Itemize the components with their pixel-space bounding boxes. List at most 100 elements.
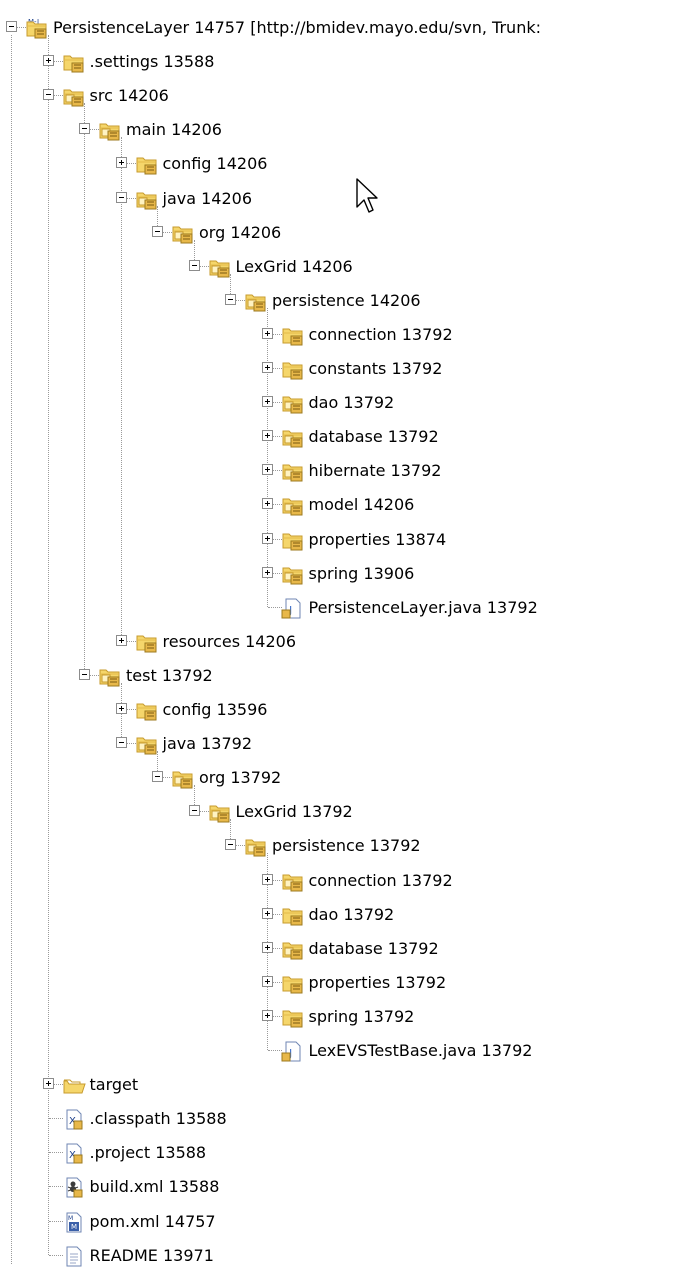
tree-node-label: LexGrid 14206 <box>235 256 353 276</box>
project-explorer-tree: M-JPersistenceLayer 14757 [http://bmidev… <box>0 0 681 1267</box>
tree-node-classpath[interactable]: X .classpath 13588 <box>0 1102 681 1136</box>
tree-node-label: main 14206 <box>126 120 222 140</box>
tree-node-test-org[interactable]: org 13792 <box>0 761 681 795</box>
tree-node-src[interactable]: src 14206 <box>0 79 681 113</box>
tree-node-label: persistence 14206 <box>272 290 421 310</box>
collapse-toggle-icon[interactable] <box>42 89 54 101</box>
collapse-toggle-icon[interactable] <box>225 293 236 305</box>
expand-toggle-icon[interactable] <box>261 1009 273 1021</box>
collapse-toggle-icon[interactable] <box>152 771 163 783</box>
tree-node-build-xml[interactable]: build.xml 13588 <box>0 1170 681 1204</box>
tree-connector-line <box>48 1152 63 1154</box>
expand-toggle-icon[interactable] <box>261 464 273 476</box>
source-folder-icon <box>62 85 86 107</box>
tree-node-test-dao[interactable]: dao 13792 <box>0 898 681 932</box>
source-folder-icon <box>135 733 159 755</box>
expand-toggle-icon[interactable] <box>261 362 273 373</box>
tree-node-test-spring[interactable]: spring 13792 <box>0 1000 681 1034</box>
tree-node-main-java[interactable]: java 14206 <box>0 182 681 216</box>
source-folder-icon <box>171 767 195 789</box>
source-folder-icon <box>244 290 268 312</box>
tree-node-test[interactable]: test 13792 <box>0 659 681 693</box>
tree-node-main[interactable]: main 14206 <box>0 113 681 147</box>
expand-toggle-icon[interactable] <box>115 157 127 169</box>
tree-node-label: README 13971 <box>89 1245 214 1265</box>
tree-node-main-lexgrid[interactable]: LexGrid 14206 <box>0 250 681 284</box>
expand-toggle-icon[interactable] <box>261 566 273 578</box>
tree-node-test-config[interactable]: config 13596 <box>0 693 681 727</box>
collapse-toggle-icon[interactable] <box>115 737 127 749</box>
tree-node-resources[interactable]: resources 14206 <box>0 625 681 659</box>
tree-node-main-model[interactable]: model 14206 <box>0 488 681 522</box>
tree-node-test-lexgrid[interactable]: LexGrid 13792 <box>0 795 681 829</box>
tree-node-pom-xml[interactable]: M Mpom.xml 14757 <box>0 1205 681 1239</box>
tree-node-readme[interactable]: README 13971 <box>0 1239 681 1273</box>
source-folder-icon <box>281 392 305 414</box>
tree-node-test-connection[interactable]: connection 13792 <box>0 864 681 898</box>
expand-toggle-icon[interactable] <box>42 55 54 67</box>
tree-node-settings[interactable]: .settings 13588 <box>0 45 681 79</box>
expand-toggle-icon[interactable] <box>42 1078 54 1090</box>
tree-node-test-java[interactable]: java 13792 <box>0 727 681 761</box>
tree-node-test-persistence[interactable]: persistence 13792 <box>0 829 681 863</box>
tree-node-main-config[interactable]: config 14206 <box>0 147 681 181</box>
tree-node-label: test 13792 <box>126 665 213 685</box>
tree-node-target[interactable]: target <box>0 1068 681 1102</box>
tree-node-main-spring[interactable]: spring 13906 <box>0 557 681 591</box>
tree-node-label: hibernate 13792 <box>308 461 442 481</box>
tree-node-label: dao 13792 <box>308 393 395 413</box>
folder-icon <box>281 529 305 551</box>
expand-toggle-icon[interactable] <box>261 396 273 408</box>
tree-node-main-database[interactable]: database 13792 <box>0 420 681 454</box>
expand-toggle-icon[interactable] <box>261 907 273 919</box>
tree-node-label: config 14206 <box>162 154 268 174</box>
java-file-icon: J <box>281 1040 305 1062</box>
collapse-toggle-icon[interactable] <box>115 191 127 203</box>
tree-node-main-connection[interactable]: connection 13792 <box>0 318 681 352</box>
tree-node-main-org[interactable]: org 14206 <box>0 216 681 250</box>
source-folder-icon <box>281 938 305 960</box>
expand-toggle-icon[interactable] <box>261 873 273 885</box>
tree-node-label: PersistenceLayer 14757 [http://bmidev.ma… <box>53 18 541 37</box>
collapse-toggle-icon[interactable] <box>152 225 163 237</box>
collapse-toggle-icon[interactable] <box>225 839 236 851</box>
expand-toggle-icon[interactable] <box>115 703 127 714</box>
tree-node-label: connection 13792 <box>308 870 453 890</box>
tree-node-main-dao[interactable]: dao 13792 <box>0 386 681 420</box>
collapse-toggle-icon[interactable] <box>79 123 90 135</box>
tree-connector-line <box>48 1118 63 1120</box>
expand-toggle-icon[interactable] <box>261 327 273 339</box>
tree-node-persistencelayer-java[interactable]: J PersistenceLayer.java 13792 <box>0 591 681 625</box>
collapse-toggle-icon[interactable] <box>188 805 200 817</box>
expand-toggle-icon[interactable] <box>261 941 273 953</box>
tree-node-label: src 14206 <box>89 86 169 106</box>
tree-node-main-persistence[interactable]: persistence 14206 <box>0 284 681 318</box>
tree-node-label: org 13792 <box>199 768 282 788</box>
source-folder-icon <box>98 119 122 141</box>
tree-node-test-properties[interactable]: properties 13792 <box>0 966 681 1000</box>
source-folder-icon <box>281 494 305 516</box>
tree-node-test-database[interactable]: database 13792 <box>0 932 681 966</box>
tree-node-main-properties[interactable]: properties 13874 <box>0 523 681 557</box>
tree-node-persistencelayer-project[interactable]: M-JPersistenceLayer 14757 [http://bmidev… <box>0 11 681 45</box>
collapse-toggle-icon[interactable] <box>79 668 90 680</box>
tree-node-project[interactable]: X .project 13588 <box>0 1136 681 1170</box>
expand-toggle-icon[interactable] <box>261 532 273 544</box>
collapse-toggle-icon[interactable] <box>6 21 17 32</box>
tree-connector-line <box>267 1050 282 1051</box>
tree-node-label: connection 13792 <box>308 324 453 344</box>
collapse-toggle-icon[interactable] <box>188 259 200 271</box>
folder-icon <box>62 51 86 73</box>
expand-toggle-icon[interactable] <box>261 975 273 987</box>
tree-node-main-hibernate[interactable]: hibernate 13792 <box>0 454 681 488</box>
maven-pom-icon: MM <box>62 1211 86 1233</box>
expand-toggle-icon[interactable] <box>261 430 273 442</box>
tree-node-lexevstestbase-java[interactable]: J LexEVSTestBase.java 13792 <box>0 1034 681 1068</box>
expand-toggle-icon[interactable] <box>261 498 273 510</box>
tree-node-main-constants[interactable]: constants 13792 <box>0 352 681 386</box>
tree-node-label: config 13596 <box>162 700 268 719</box>
svg-text:M: M <box>71 1223 77 1231</box>
expand-toggle-icon[interactable] <box>115 634 127 646</box>
tree-node-label: resources 14206 <box>162 631 297 651</box>
tree-node-label: .classpath 13588 <box>89 1109 227 1129</box>
